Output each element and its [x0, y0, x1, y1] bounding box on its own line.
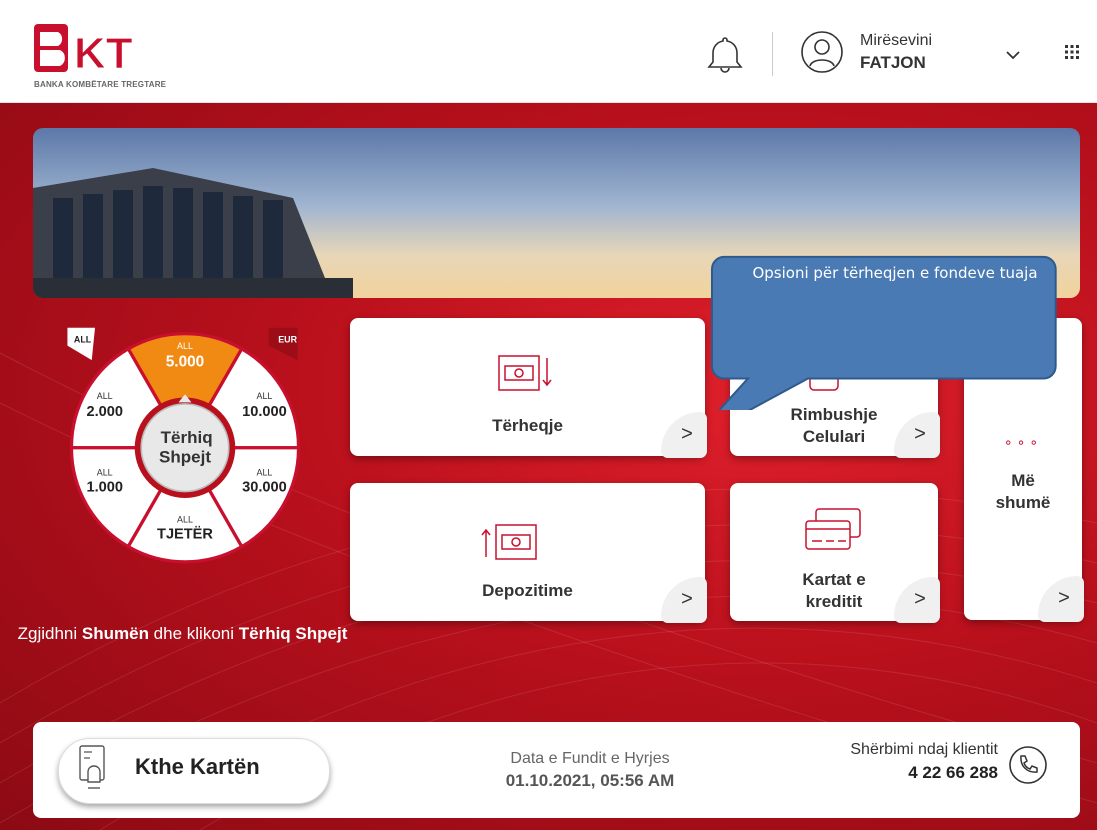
- fast-withdraw-line1: Tërhiq: [161, 428, 213, 447]
- currency-label-bottom: ALL: [177, 514, 193, 524]
- tooltip-callout: [710, 255, 1057, 410]
- amount-1000: 1.000: [86, 480, 122, 496]
- hint-bold-2: Tërhiq Shpejt: [238, 624, 348, 643]
- amount-10000: 10.000: [242, 404, 287, 420]
- user-icon[interactable]: [800, 30, 844, 74]
- header-divider: [772, 32, 773, 76]
- cash-withdraw-icon: [498, 355, 552, 391]
- amount-5000: 5.000: [166, 354, 205, 371]
- welcome-text: Mirësevini: [860, 32, 933, 49]
- fast-cash-wheel: ALL EUR Tërhiq Shpejt ALL 5.000 ALL 2.00…: [67, 327, 301, 564]
- amount-2000: 2.000: [86, 404, 122, 420]
- more-line1: Më: [1011, 471, 1035, 490]
- more-line2: shumë: [995, 493, 1051, 512]
- eur-badge-label: EUR: [278, 334, 297, 344]
- apps-grid-icon[interactable]: [1064, 44, 1080, 60]
- deposit-tile[interactable]: Depozitime >: [350, 483, 707, 623]
- hint-bold-1: Shumën: [81, 624, 149, 643]
- hint-text-2: dhe klikoni: [148, 624, 239, 643]
- currency-label-upper-left: ALL: [97, 391, 113, 401]
- svg-text:KT: KT: [74, 29, 133, 78]
- return-card-label: Kthe Kartën: [135, 754, 260, 779]
- card-return-icon: [79, 745, 105, 789]
- bank-name: BANKA KOMBËTARE TREGTARE: [34, 80, 167, 89]
- fast-withdraw-line2: Shpejt: [159, 447, 211, 466]
- more-arrow[interactable]: >: [1038, 576, 1084, 622]
- withdraw-tile[interactable]: Tërheqje >: [350, 318, 707, 458]
- currency-label-top: ALL: [177, 341, 193, 351]
- more-dots-icon: ∘∘∘: [1003, 434, 1043, 450]
- credit-card-icon: [805, 508, 861, 550]
- fast-cash-hint: Zgjidhni Shumën dhe klikoni Tërhiq Shpej…: [0, 622, 365, 646]
- username: FATJON: [860, 53, 926, 72]
- customer-service-label: Shërbimi ndaj klientit: [850, 741, 998, 758]
- currency-label-lower-right: ALL: [257, 467, 273, 477]
- tooltip-text: Opsioni për tërheqjen e fondeve tuaja: [752, 264, 1038, 282]
- bell-icon[interactable]: [703, 32, 747, 76]
- customer-service-phone: 4 22 66 288: [908, 763, 998, 782]
- amount-other: TJETËR: [157, 526, 213, 543]
- last-login-value: 01.10.2021, 05:56 AM: [505, 771, 675, 790]
- cash-deposit-icon: [481, 524, 537, 560]
- all-badge-label: ALL: [74, 334, 92, 344]
- withdraw-label: Tërheqje: [492, 416, 563, 435]
- last-login-label: Data e Fundit e Hyrjes: [510, 750, 670, 767]
- phone-icon[interactable]: [1008, 745, 1048, 785]
- currency-label-upper-right: ALL: [257, 391, 273, 401]
- chevron-down-icon[interactable]: [1006, 50, 1020, 60]
- deposit-label: Depozitime: [482, 581, 573, 600]
- credit-cards-tile[interactable]: Kartat e kreditit >: [730, 483, 940, 623]
- currency-label-lower-left: ALL: [97, 467, 113, 477]
- hint-text-1: Zgjidhni: [17, 624, 82, 643]
- amount-30000: 30.000: [242, 480, 287, 496]
- top-bar: KT BANKA KOMBËTARE TREGTARE Mirësevini F…: [0, 0, 1097, 103]
